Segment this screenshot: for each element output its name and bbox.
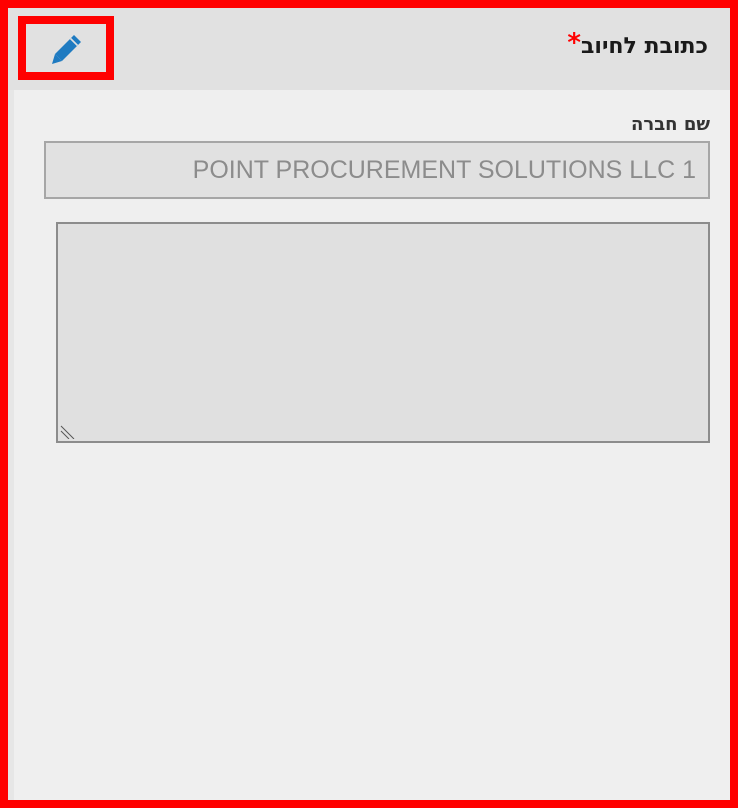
section-title: כתובת לחיוב*: [567, 28, 708, 60]
pencil-icon: [52, 35, 81, 64]
panel-left-gutter: [8, 90, 14, 800]
address-textarea[interactable]: [56, 222, 710, 443]
resize-grip-icon[interactable]: [60, 421, 78, 439]
company-name-label: שם חברה: [631, 114, 710, 135]
section-title-text: כתובת לחיוב: [580, 34, 708, 59]
billing-address-panel: כתובת לחיוב* שם חברה POINT PROCUREMENT S…: [0, 0, 738, 808]
edit-button[interactable]: [18, 16, 114, 80]
required-star-icon: *: [567, 28, 581, 58]
panel-header: כתובת לחיוב*: [8, 8, 730, 90]
company-name-field[interactable]: POINT PROCUREMENT SOLUTIONS LLC 1: [44, 141, 710, 199]
